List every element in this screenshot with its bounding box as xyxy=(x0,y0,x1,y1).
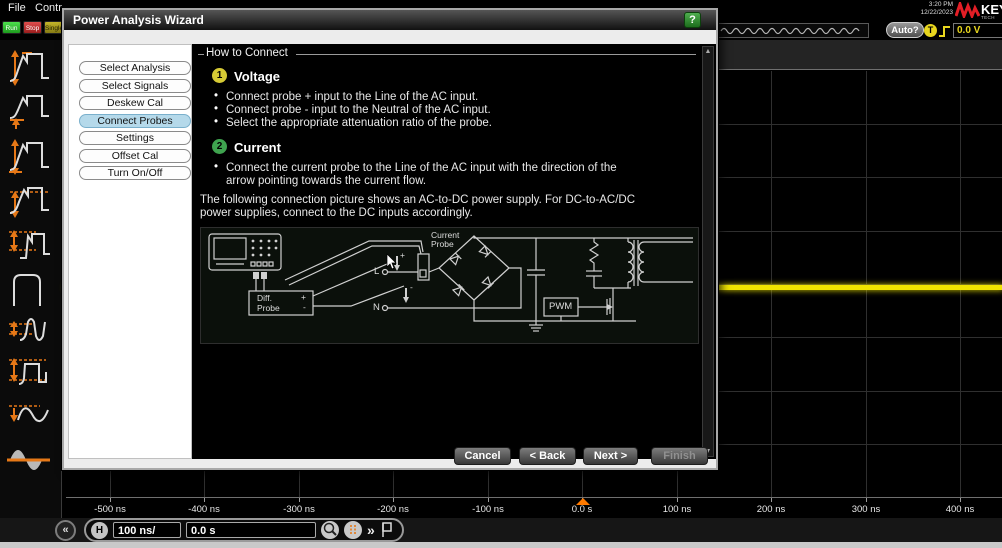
dialog-title: Power Analysis Wizard xyxy=(73,13,204,27)
axis-tick: -200 ns xyxy=(365,504,421,515)
section-title: How to Connect xyxy=(206,47,288,59)
axis-tick: 100 ns xyxy=(649,504,705,515)
stop-button[interactable]: Stop xyxy=(23,21,42,34)
keysight-spark-icon xyxy=(955,2,980,18)
clock: 3:20 PM 12/22/2023 xyxy=(901,1,953,16)
step2-title: Current xyxy=(234,140,281,155)
meas-amplitude-icon[interactable] xyxy=(6,48,52,88)
single-button[interactable]: Single xyxy=(44,21,63,34)
axis-tick: 400 ns xyxy=(932,504,988,515)
meas-max-icon[interactable] xyxy=(6,180,52,220)
bottom-edge-strip xyxy=(0,542,1002,548)
wizard-content: How to Connect 1 Voltage • Connect probe… xyxy=(192,44,716,459)
time-axis: -500 ns -400 ns -300 ns -200 ns -100 ns … xyxy=(62,498,1002,518)
brand-subtitle: TECH xyxy=(981,15,995,20)
scroll-up-icon[interactable]: ▲ xyxy=(703,48,713,55)
nav-turn-on-off[interactable]: Turn On/Off xyxy=(79,166,191,180)
expand-right-button[interactable]: » xyxy=(367,521,375,539)
line-terminal-label: L xyxy=(374,267,379,276)
oscilloscope-screen: File Contr 3:20 PM 12/22/2023 KEY TECH R… xyxy=(0,0,1002,548)
meas-sine-icon[interactable] xyxy=(6,394,52,434)
reference-point-button[interactable] xyxy=(344,521,362,539)
zoom-mode-button[interactable] xyxy=(321,521,339,539)
axis-tick: -100 ns xyxy=(460,504,516,515)
finish-button: Finish xyxy=(651,447,708,465)
clock-date: 12/22/2023 xyxy=(901,9,953,17)
voltage-bullet-1: Connect probe + input to the Line of the… xyxy=(226,91,478,104)
nav-settings[interactable]: Settings xyxy=(79,131,191,145)
collapse-left-button[interactable]: « xyxy=(55,520,76,541)
pwm-label: PWM xyxy=(549,302,572,311)
nav-deskew-cal[interactable]: Deskew Cal xyxy=(79,96,191,110)
axis-tick: 300 ns xyxy=(838,504,894,515)
voltage-bullet-3: Select the appropriate attenuation ratio… xyxy=(226,117,492,130)
wizard-nav-panel: Select Analysis Select Signals Deskew Ca… xyxy=(68,44,192,459)
nav-select-analysis[interactable]: Select Analysis xyxy=(79,61,191,75)
step2-badge: 2 xyxy=(212,139,227,154)
pin-icon[interactable] xyxy=(380,521,393,539)
timebase-controls: H 100 ns/ 0.0 s » xyxy=(84,518,404,542)
trigger-level-field[interactable]: 0.0 V xyxy=(953,23,1002,38)
current-bullet-1: Connect the current probe to the Line of… xyxy=(226,162,617,188)
menu-file[interactable]: File xyxy=(8,2,26,14)
meas-pulse-icon[interactable] xyxy=(6,268,52,308)
meas-area-icon[interactable] xyxy=(6,438,52,478)
axis-tick: -400 ns xyxy=(176,504,232,515)
axis-tick: -300 ns xyxy=(271,504,327,515)
next-button[interactable]: Next > xyxy=(583,447,638,465)
meas-peak-peak-icon[interactable] xyxy=(6,224,52,264)
axis-tick: 0.0 s xyxy=(554,504,610,515)
meas-top-icon[interactable] xyxy=(6,136,52,176)
cancel-button[interactable]: Cancel xyxy=(454,447,511,465)
power-analysis-wizard-dialog: Power Analysis Wizard ? Select Analysis … xyxy=(62,8,718,470)
content-scrollbar[interactable]: ▲ ▼ xyxy=(702,46,714,457)
meas-rms-icon[interactable] xyxy=(6,310,52,350)
timebase-delay-field[interactable]: 0.0 s xyxy=(186,522,316,538)
help-button[interactable]: ? xyxy=(684,12,701,28)
axis-tick: -500 ns xyxy=(82,504,138,515)
meas-square-icon[interactable] xyxy=(6,352,52,392)
diff-probe-minus: - xyxy=(303,303,306,312)
nav-connect-probes[interactable]: Connect Probes xyxy=(79,114,191,128)
neutral-terminal-label: N xyxy=(373,303,380,312)
auto-trigger-button[interactable]: Auto? xyxy=(886,22,924,38)
diff-probe-plus: + xyxy=(301,293,306,302)
connection-note: The following connection picture shows a… xyxy=(200,194,635,220)
horizontal-delay-indicator[interactable] xyxy=(717,23,869,38)
voltage-bullet-2: Connect probe - input to the Neutral of … xyxy=(226,104,491,117)
diff-probe-label-1: Diff. xyxy=(257,294,272,303)
rising-edge-icon[interactable] xyxy=(938,25,952,38)
step1-title: Voltage xyxy=(234,69,280,84)
dialog-title-bar[interactable]: Power Analysis Wizard xyxy=(64,10,716,30)
probe-minus-marker: - xyxy=(410,283,413,292)
step1-badge: 1 xyxy=(212,68,227,83)
connection-diagram: Current Probe L N Diff. Probe + - + - PW… xyxy=(200,227,699,344)
axis-tick: 200 ns xyxy=(743,504,799,515)
probe-plus-marker: + xyxy=(400,251,405,260)
menu-control[interactable]: Contr xyxy=(35,2,62,14)
nav-offset-cal[interactable]: Offset Cal xyxy=(79,149,191,163)
clock-time: 3:20 PM xyxy=(901,1,953,9)
timebase-scale-field[interactable]: 100 ns/ xyxy=(113,522,181,538)
trigger-source-badge[interactable]: T xyxy=(924,24,937,37)
diff-probe-label-2: Probe xyxy=(257,304,280,313)
current-probe-label: Current Probe xyxy=(431,231,459,249)
back-button[interactable]: < Back xyxy=(519,447,576,465)
nav-select-signals[interactable]: Select Signals xyxy=(79,79,191,93)
mouse-cursor xyxy=(387,254,396,269)
meas-base-icon[interactable] xyxy=(6,92,52,132)
measurement-toolbar xyxy=(0,40,62,518)
horizontal-badge[interactable]: H xyxy=(91,522,108,539)
run-button[interactable]: Run xyxy=(2,21,21,34)
